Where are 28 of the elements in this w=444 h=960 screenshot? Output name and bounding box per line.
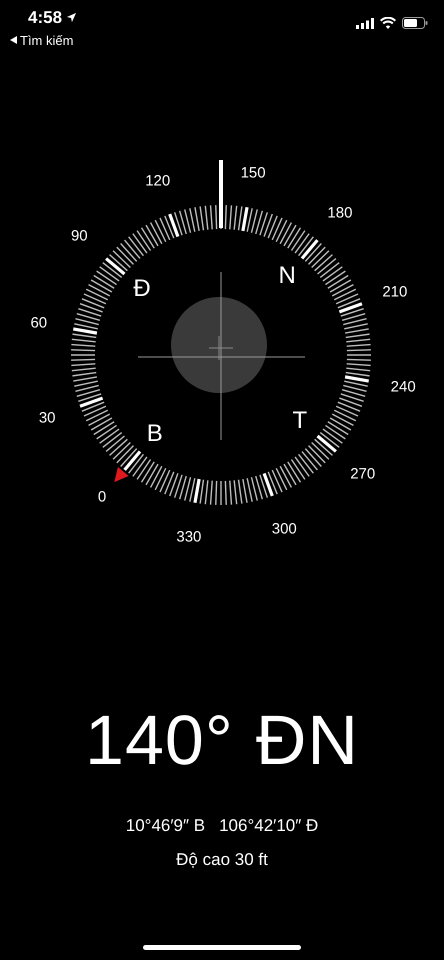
degree-label: 210 [382, 284, 408, 300]
back-triangle-icon [10, 36, 17, 44]
cardinal-label: N [278, 264, 296, 288]
cardinal-label: B [146, 422, 163, 446]
heading-direction: ĐN [256, 705, 359, 775]
degree-label: 330 [176, 530, 202, 545]
heading-degrees: 140° [85, 705, 234, 775]
degree-label: 120 [145, 174, 170, 189]
cardinal-label: Đ [133, 276, 151, 301]
degree-label: 300 [272, 521, 297, 536]
signal-icon [356, 18, 374, 28]
wifi-icon [380, 17, 396, 29]
coordinate-text: 10°46′9″ B [126, 815, 206, 837]
degree-label: 90 [70, 228, 88, 244]
degree-label: 150 [240, 165, 266, 180]
degree-label: 0 [98, 489, 106, 504]
coordinate-text: 106°42′10″ Đ [219, 815, 318, 837]
degree-label: 30 [38, 410, 56, 426]
degree-label: 240 [390, 380, 416, 395]
battery-icon [402, 17, 428, 29]
degree-label: 60 [30, 315, 48, 330]
clock-time: 4:58 [28, 7, 62, 29]
location-arrow-icon [66, 12, 78, 24]
degree-label: 180 [327, 206, 352, 221]
altitude-text: Độ cao 30 ft [176, 848, 268, 870]
cardinal-label: T [292, 409, 308, 434]
back-link[interactable]: Tìm kiếm [10, 30, 78, 50]
degree-label: 270 [350, 466, 376, 482]
